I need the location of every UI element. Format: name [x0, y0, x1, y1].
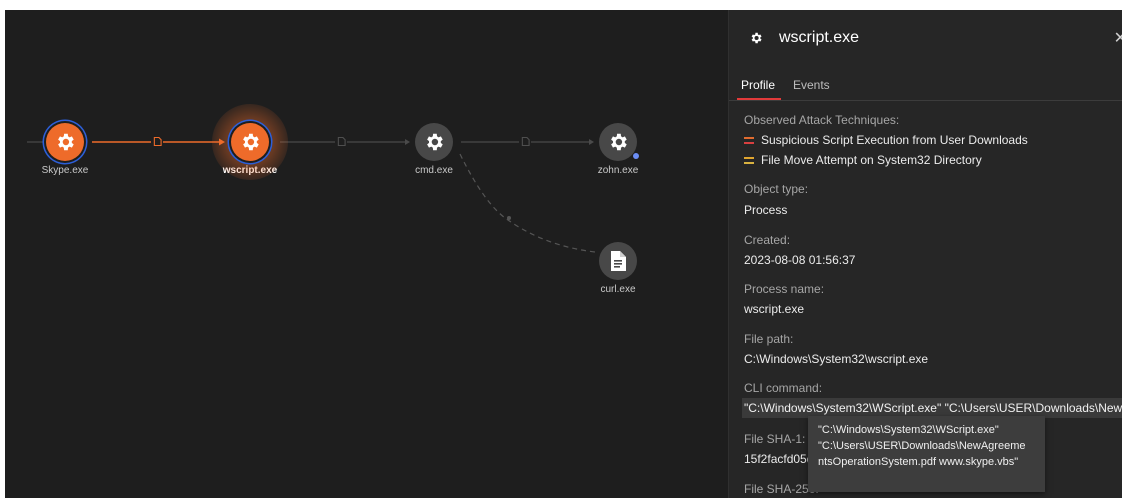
node-wscript[interactable]: wscript.exe	[195, 104, 305, 180]
node-circle[interactable]	[599, 242, 637, 280]
panel-title: wscript.exe	[779, 29, 860, 46]
cli-command-value[interactable]: "C:\Windows\System32\WScript.exe" "C:\Us…	[742, 398, 1122, 418]
gear-icon	[611, 133, 627, 151]
object-type-label: Object type:	[744, 182, 809, 196]
tooltip-line: "C:\Users\USER\Downloads\NewAgreeme	[818, 440, 1026, 452]
severity-icon	[744, 156, 754, 164]
node-label: Skype.exe	[41, 165, 89, 176]
sha1-label: File SHA-1:	[744, 432, 806, 446]
cli-command-tooltip: "C:\Windows\System32\WScript.exe" "C:\Us…	[808, 416, 1045, 492]
object-type-value: Process	[744, 203, 788, 217]
node-label: curl.exe	[600, 284, 636, 295]
cli-command-label: CLI command:	[744, 381, 823, 395]
file-path-value: C:\Windows\System32\wscript.exe	[744, 352, 929, 366]
tab-events[interactable]: Events	[793, 78, 830, 92]
created-label: Created:	[744, 233, 791, 247]
file-icon	[521, 137, 530, 146]
gear-icon	[427, 133, 443, 151]
observed-techniques-label: Observed Attack Techniques:	[744, 113, 900, 127]
technique-item[interactable]: File Move Attempt on System32 Directory	[744, 153, 982, 167]
gear-icon	[243, 133, 259, 151]
process-graph-canvas[interactable]: Skype.exe wscript.exe cmd.exe zohn.exe	[5, 10, 728, 498]
node-curl[interactable]: curl.exe	[563, 242, 673, 295]
tooltip-line: "C:\Windows\System32\WScript.exe"	[818, 424, 999, 436]
technique-label: Suspicious Script Execution from User Do…	[761, 133, 1028, 147]
panel-tabs: Profile Events	[729, 70, 1122, 101]
node-circle[interactable]	[231, 123, 269, 161]
process-name-label: Process name:	[744, 282, 825, 296]
process-name-value: wscript.exe	[744, 302, 805, 316]
gear-icon	[58, 133, 74, 151]
created-value: 2023-08-08 01:56:37	[744, 253, 856, 267]
node-skype[interactable]: Skype.exe	[10, 123, 120, 176]
gear-icon	[751, 32, 762, 44]
tab-profile[interactable]: Profile	[741, 78, 775, 92]
node-label: cmd.exe	[415, 165, 453, 176]
technique-item[interactable]: Suspicious Script Execution from User Do…	[744, 133, 1028, 147]
file-path-label: File path:	[744, 332, 794, 346]
close-icon[interactable]: ✕	[1114, 28, 1122, 48]
panel-header: wscript.exe	[749, 28, 859, 48]
node-circle[interactable]	[46, 123, 84, 161]
status-dot	[633, 153, 639, 159]
file-icon	[153, 137, 162, 146]
node-circle[interactable]	[599, 123, 639, 161]
node-circle[interactable]	[415, 123, 453, 161]
severity-icon	[744, 136, 754, 144]
file-icon	[611, 251, 626, 271]
technique-label: File Move Attempt on System32 Directory	[761, 153, 982, 167]
active-tab-indicator	[737, 98, 781, 100]
node-zohn[interactable]: zohn.exe	[563, 123, 673, 176]
node-label: zohn.exe	[597, 165, 639, 176]
tooltip-line: ntsOperationSystem.pdf www.skype.vbs"	[818, 456, 1019, 468]
file-icon	[337, 137, 346, 146]
node-cmd[interactable]: cmd.exe	[379, 123, 489, 176]
